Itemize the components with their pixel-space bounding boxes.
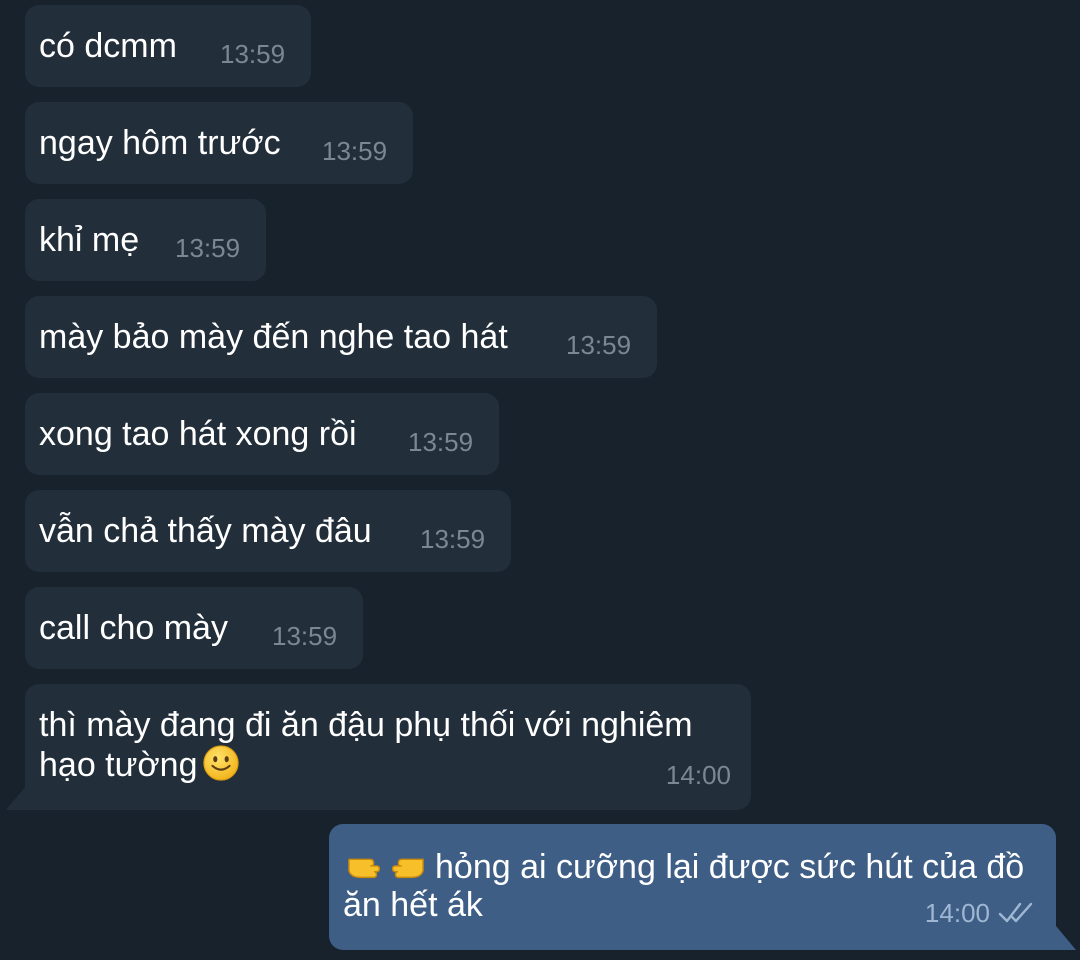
message-text: call cho mày [39,609,228,647]
message-text: khỉ mẹ [39,221,140,259]
incoming-message[interactable]: mày bảo mày đến nghe tao hát 13:59 [25,296,657,378]
incoming-message[interactable]: ngay hôm trước 13:59 [25,102,413,184]
message-time: 13:59 [175,233,241,263]
incoming-message[interactable]: call cho mày 13:59 [25,587,363,669]
message-time: 14:00 [665,760,731,790]
incoming-message[interactable]: có dcmm 13:59 [25,5,311,87]
chat-area: có dcmm 13:59 ngay hôm trước 13:59 khỉ m… [0,0,1080,960]
bubble-tail [6,786,26,810]
slightly-smiling-face-icon [202,745,239,781]
message-text: thì mày đang đi ăn đậu phụ thối với nghi… [39,706,693,784]
bubble-tail [1056,926,1076,950]
message-time: 13:59 [272,621,338,651]
message-text: có dcmm [39,27,177,65]
outgoing-message[interactable]: hỏng ai cưỡng lại được sức hút của đồ ăn… [329,824,1056,950]
read-double-check-icon [998,902,1033,923]
message-time: 14:00 [924,898,990,928]
message-text: mày bảo mày đến nghe tao hát [39,318,508,356]
incoming-message[interactable]: khỉ mẹ 13:59 [25,199,266,281]
incoming-message[interactable]: thì mày đang đi ăn đậu phụ thối với nghi… [25,684,751,810]
pointing-fingers-icon [348,858,424,879]
message-text: ngay hôm trước [39,124,281,162]
incoming-message[interactable]: xong tao hát xong rồi 13:59 [25,393,499,475]
message-text-wrap: thì mày đang đi ăn đậu phụ thối với nghi… [39,706,739,784]
message-text: vẫn chả thấy mày đâu [39,512,372,550]
message-time: 13:59 [322,136,388,166]
message-meta: 14:00 [925,898,1036,928]
message-time: 13:59 [408,427,474,457]
message-time: 13:59 [566,330,632,360]
message-time: 13:59 [220,39,286,69]
message-text: hỏng ai cưỡng lại được sức hút của đồ ăn… [343,848,1025,924]
message-time: 13:59 [420,524,486,554]
incoming-message[interactable]: vẫn chả thấy mày đâu 13:59 [25,490,511,572]
message-text: xong tao hát xong rồi [39,415,357,453]
